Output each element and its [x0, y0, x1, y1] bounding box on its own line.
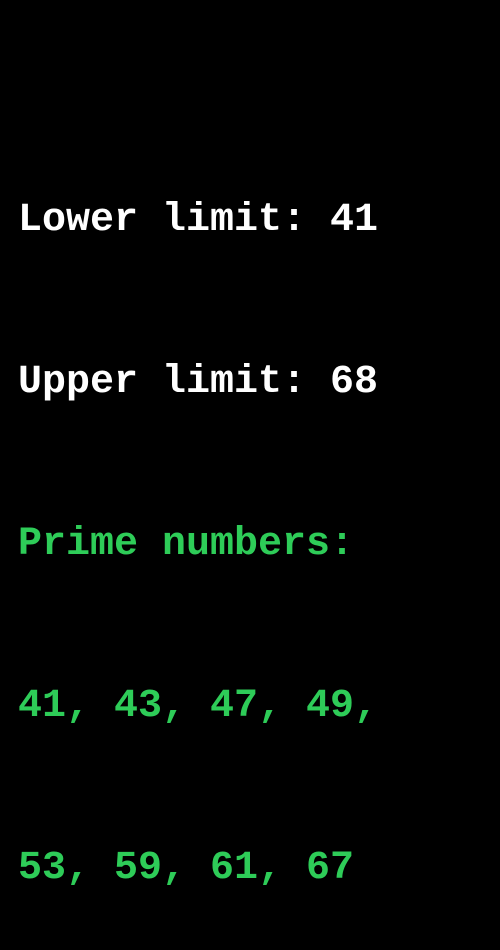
primes-header: Prime numbers: [18, 522, 355, 567]
console-output: Lower limit: 41 Upper limit: 68 Prime nu… [18, 86, 378, 950]
primes-line-2: 53, 59, 61, 67 [18, 846, 355, 891]
primes-line-1: 41, 43, 47, 49, [18, 684, 379, 729]
lower-limit-line: Lower limit: 41 [18, 198, 379, 243]
upper-limit-line: Upper limit: 68 [18, 360, 379, 405]
